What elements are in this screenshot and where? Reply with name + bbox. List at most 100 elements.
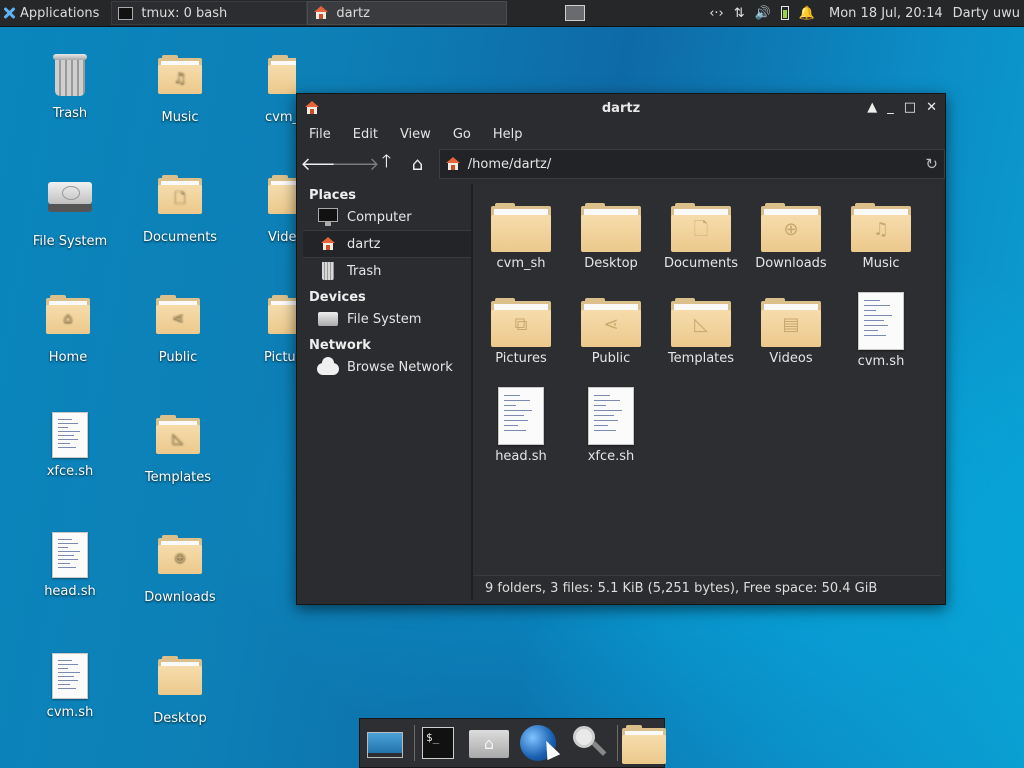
script-file-icon [588, 387, 634, 445]
terminal-launcher[interactable]: $_ [417, 722, 459, 764]
desktop-icon-desktop[interactable]: Desktop [130, 653, 230, 726]
dock-separator [414, 725, 415, 761]
menu-go[interactable]: Go [453, 127, 471, 142]
home-folder-icon: ⌂ [44, 295, 92, 346]
desktop-icon-trash[interactable]: Trash [20, 52, 120, 121]
desktop-icon-pictures[interactable]: Pictures [246, 292, 296, 365]
file-item-label: cvm_sh [496, 256, 546, 271]
menu-edit[interactable]: Edit [353, 127, 378, 142]
clock[interactable]: Mon 18 Jul, 20:14 [829, 6, 943, 21]
maximize-button[interactable]: □ [904, 100, 916, 115]
file-item-head-sh[interactable]: head.sh [476, 385, 566, 464]
desktop-icon-label: Downloads [144, 590, 216, 605]
file-item-cvm-sh[interactable]: cvm_sh [476, 200, 566, 271]
desktop-icon-head-sh[interactable]: head.sh [20, 530, 120, 599]
desktop-icon-cvm-sh-file[interactable]: cvm.sh [20, 651, 120, 720]
menu-help[interactable]: Help [493, 127, 523, 142]
file-item-videos[interactable]: ▤ Videos [746, 295, 836, 366]
file-item-public[interactable]: ⋖ Public [566, 295, 656, 366]
xfce-logo-icon [2, 6, 16, 20]
location-bar[interactable]: /home/dartz/ ↻ [438, 149, 945, 179]
desktop-icon-label: Videos [268, 230, 296, 245]
app-finder-launcher[interactable] [567, 722, 609, 764]
folder-launcher[interactable] [622, 722, 666, 764]
transfer-icon[interactable]: ⇅ [734, 6, 745, 21]
sidebar-item-dartz[interactable]: dartz [303, 230, 471, 258]
file-item-templates[interactable]: ◺ Templates [656, 295, 746, 366]
menu-view[interactable]: View [400, 127, 431, 142]
desktop-icon-file-system[interactable]: File System [20, 172, 120, 249]
menu-file[interactable]: File [309, 127, 331, 142]
pictures-folder-icon [246, 295, 296, 346]
file-item-label: Videos [769, 351, 813, 366]
home-folder-icon [445, 157, 460, 171]
user-menu[interactable]: Darty uwu [953, 6, 1020, 21]
network-icon[interactable]: ‹·› [709, 6, 724, 21]
file-item-label: cvm.sh [857, 354, 905, 369]
file-item-xfce-sh[interactable]: xfce.sh [566, 385, 656, 464]
script-file-icon [858, 292, 904, 350]
desktop-icon-templates[interactable]: ◺ Templates [128, 412, 228, 485]
public-folder-icon: ⋖ [581, 298, 641, 347]
desktop-icon-downloads[interactable]: ⊕ Downloads [130, 532, 230, 605]
drive-icon [317, 309, 339, 329]
taskbar-item-file-manager[interactable]: dartz [307, 1, 508, 25]
file-item-cvm-sh-script[interactable]: cvm.sh [836, 290, 926, 369]
desktop-icon-home[interactable]: ⌂ Home [18, 292, 118, 365]
desktop-icon-label: Home [48, 350, 88, 365]
desktop-icon-label: Public [158, 350, 198, 365]
file-item-pictures[interactable]: ⧉ Pictures [476, 295, 566, 366]
folder-icon [581, 203, 641, 252]
desktop-icon-label: cvm.sh [46, 705, 94, 720]
pictures-folder-icon: ⧉ [491, 298, 551, 347]
taskbar-item-terminal[interactable]: tmux: 0 bash [111, 1, 308, 25]
sidebar-item-computer[interactable]: Computer [303, 204, 471, 230]
window-titlebar[interactable]: dartz ▲ _ □ ✕ [297, 94, 945, 122]
minimize-button[interactable]: _ [887, 100, 894, 115]
home-folder-icon [317, 234, 339, 254]
desktop-icon-public[interactable]: ⋖ Public [128, 292, 228, 365]
web-browser-launcher[interactable] [517, 722, 561, 764]
file-item-music[interactable]: ♫ Music [836, 200, 926, 271]
file-view[interactable]: cvm_sh Desktop 🗋 Documents ⊕ Downloads ♫… [473, 184, 941, 575]
applications-menu-button[interactable]: Applications [0, 0, 105, 26]
show-desktop-button[interactable] [364, 722, 406, 764]
file-item-downloads[interactable]: ⊕ Downloads [746, 200, 836, 271]
sidebar-item-label: dartz [347, 236, 381, 252]
folder-icon [246, 55, 296, 106]
downloads-folder-icon: ⊕ [761, 203, 821, 252]
reload-icon[interactable]: ↻ [925, 155, 938, 173]
sidebar-item-trash[interactable]: Trash [303, 258, 471, 284]
forward-button[interactable]: 🡒 [331, 149, 379, 179]
home-button[interactable]: ⌂ [402, 149, 433, 179]
toolbar: 🡐 🡒 🡑 ⌂ /home/dartz/ ↻ [297, 146, 945, 182]
close-button[interactable]: ✕ [926, 100, 937, 115]
workspace-switcher[interactable] [565, 5, 586, 21]
file-manager-launcher[interactable] [467, 722, 509, 764]
folder-icon [491, 203, 551, 252]
file-item-documents[interactable]: 🗋 Documents [656, 200, 746, 271]
desktop-icon-videos[interactable]: Videos [246, 172, 296, 245]
desktop-icon-music[interactable]: ♫ Music [130, 52, 230, 125]
desktop-icon-xfce-sh[interactable]: xfce.sh [20, 410, 120, 479]
system-tray: ‹·› ⇅ 🔊 🔔 Mon 18 Jul, 20:14 Darty uwu [709, 6, 1024, 21]
desktop-icon-label: File System [32, 234, 108, 249]
up-button[interactable]: 🡑 [371, 149, 402, 179]
location-path[interactable]: /home/dartz/ [468, 157, 551, 172]
magnifier-handle [591, 741, 607, 756]
battery-icon[interactable] [780, 6, 789, 20]
menu-bar: File Edit View Go Help [297, 122, 945, 146]
show-desktop-icon [367, 732, 403, 758]
desktop-icon-cvm-sh[interactable]: cvm_sh [246, 52, 296, 125]
shade-button[interactable]: ▲ [867, 100, 877, 115]
desktop-icon-documents[interactable]: 🗋 Documents [130, 172, 230, 245]
videos-folder-icon [246, 175, 296, 226]
volume-icon[interactable]: 🔊 [755, 6, 771, 21]
script-file-icon [498, 387, 544, 445]
sidebar-item-browse-network[interactable]: Browse Network [303, 354, 471, 380]
sidebar-heading-places: Places [309, 188, 357, 203]
sidebar-item-file-system[interactable]: File System [303, 306, 471, 332]
notification-bell-icon[interactable]: 🔔 [799, 6, 815, 21]
desktop-icon-label: Documents [142, 230, 218, 245]
file-item-desktop[interactable]: Desktop [566, 200, 656, 271]
